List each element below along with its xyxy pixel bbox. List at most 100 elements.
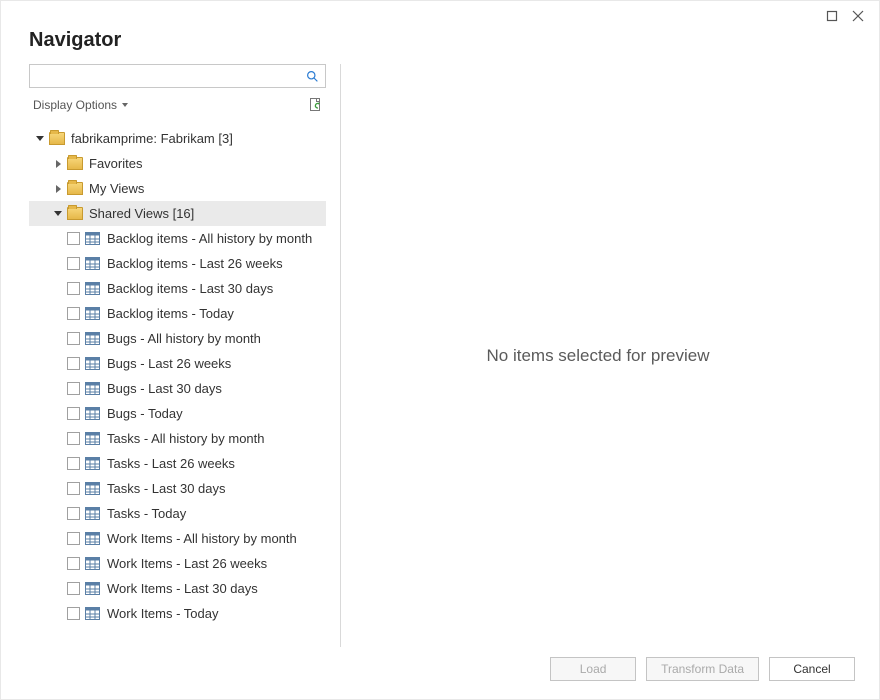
tree-leaf-label: Bugs - Last 30 days bbox=[107, 381, 222, 396]
tree-leaf-label: Backlog items - Last 26 weeks bbox=[107, 256, 283, 271]
tree-node-label: fabrikamprime: Fabrikam [3] bbox=[71, 131, 233, 146]
tree-leaf-label: Work Items - All history by month bbox=[107, 531, 297, 546]
window-close-button[interactable] bbox=[845, 5, 871, 27]
options-row: Display Options bbox=[29, 94, 326, 116]
table-icon bbox=[85, 357, 100, 370]
tree-leaf-label: Work Items - Today bbox=[107, 606, 219, 621]
table-icon bbox=[85, 482, 100, 495]
tree-leaf[interactable]: Backlog items - Last 30 days bbox=[29, 276, 326, 301]
cancel-button[interactable]: Cancel bbox=[769, 657, 855, 681]
table-icon bbox=[85, 457, 100, 470]
checkbox[interactable] bbox=[67, 482, 80, 495]
tree-leaf[interactable]: Backlog items - Today bbox=[29, 301, 326, 326]
navigation-tree[interactable]: fabrikamprime: Fabrikam [3] Favorites My… bbox=[29, 126, 326, 647]
close-icon bbox=[852, 10, 864, 22]
tree-leaf[interactable]: Bugs - All history by month bbox=[29, 326, 326, 351]
tree-node-label: Favorites bbox=[89, 156, 142, 171]
checkbox[interactable] bbox=[67, 332, 80, 345]
checkbox[interactable] bbox=[67, 257, 80, 270]
table-icon bbox=[85, 382, 100, 395]
tree-node-label: Shared Views [16] bbox=[89, 206, 194, 221]
chevron-down-icon bbox=[122, 103, 128, 107]
tree-leaf-label: Bugs - Today bbox=[107, 406, 183, 421]
table-icon bbox=[85, 232, 100, 245]
tree-node-label: My Views bbox=[89, 181, 144, 196]
search-icon bbox=[306, 70, 319, 83]
transform-data-button[interactable]: Transform Data bbox=[646, 657, 759, 681]
checkbox[interactable] bbox=[67, 432, 80, 445]
tree-leaf-label: Backlog items - All history by month bbox=[107, 231, 312, 246]
tree-leaf-label: Tasks - All history by month bbox=[107, 431, 265, 446]
expand-toggle[interactable] bbox=[51, 182, 65, 196]
table-icon bbox=[85, 432, 100, 445]
tree-leaf[interactable]: Tasks - Last 30 days bbox=[29, 476, 326, 501]
preview-panel: No items selected for preview bbox=[341, 64, 855, 647]
left-panel: Display Options fabr bbox=[29, 64, 341, 647]
refresh-button[interactable] bbox=[306, 95, 326, 115]
expand-toggle[interactable] bbox=[51, 207, 65, 221]
dialog-header: Navigator bbox=[1, 29, 879, 64]
refresh-file-icon bbox=[308, 97, 324, 113]
checkbox[interactable] bbox=[67, 582, 80, 595]
table-icon bbox=[85, 507, 100, 520]
tree-leaf[interactable]: Work Items - Last 30 days bbox=[29, 576, 326, 601]
checkbox[interactable] bbox=[67, 282, 80, 295]
display-options-label: Display Options bbox=[33, 98, 117, 112]
preview-empty-text: No items selected for preview bbox=[487, 346, 710, 366]
dialog-footer: Load Transform Data Cancel bbox=[1, 647, 879, 699]
tree-leaf[interactable]: Tasks - Today bbox=[29, 501, 326, 526]
table-icon bbox=[85, 282, 100, 295]
tree-leaf[interactable]: Work Items - Today bbox=[29, 601, 326, 626]
expand-toggle[interactable] bbox=[33, 132, 47, 146]
window-titlebar bbox=[1, 1, 879, 29]
tree-leaf[interactable]: Tasks - Last 26 weeks bbox=[29, 451, 326, 476]
checkbox[interactable] bbox=[67, 232, 80, 245]
checkbox[interactable] bbox=[67, 307, 80, 320]
tree-leaf-label: Tasks - Last 26 weeks bbox=[107, 456, 235, 471]
tree-node-myviews[interactable]: My Views bbox=[29, 176, 326, 201]
checkbox[interactable] bbox=[67, 382, 80, 395]
checkbox[interactable] bbox=[67, 557, 80, 570]
tree-leaf-label: Backlog items - Today bbox=[107, 306, 234, 321]
window-maximize-button[interactable] bbox=[819, 5, 845, 27]
tree-node-favorites[interactable]: Favorites bbox=[29, 151, 326, 176]
tree-leaf-label: Work Items - Last 26 weeks bbox=[107, 556, 267, 571]
display-options-dropdown[interactable]: Display Options bbox=[29, 96, 132, 114]
folder-icon bbox=[49, 132, 65, 145]
tree-leaf-label: Tasks - Today bbox=[107, 506, 186, 521]
table-icon bbox=[85, 582, 100, 595]
tree-leaf[interactable]: Backlog items - All history by month bbox=[29, 226, 326, 251]
checkbox[interactable] bbox=[67, 507, 80, 520]
checkbox[interactable] bbox=[67, 457, 80, 470]
expand-toggle[interactable] bbox=[51, 157, 65, 171]
folder-icon bbox=[67, 207, 83, 220]
search-input[interactable] bbox=[30, 65, 299, 87]
tree-leaf[interactable]: Bugs - Last 30 days bbox=[29, 376, 326, 401]
load-button[interactable]: Load bbox=[550, 657, 636, 681]
tree-root[interactable]: fabrikamprime: Fabrikam [3] bbox=[29, 126, 326, 151]
checkbox[interactable] bbox=[67, 407, 80, 420]
navigator-dialog: Navigator Display Options bbox=[0, 0, 880, 700]
tree-leaf[interactable]: Bugs - Last 26 weeks bbox=[29, 351, 326, 376]
table-icon bbox=[85, 557, 100, 570]
tree-leaf-label: Bugs - All history by month bbox=[107, 331, 261, 346]
tree-leaf[interactable]: Work Items - All history by month bbox=[29, 526, 326, 551]
search-box[interactable] bbox=[29, 64, 326, 88]
tree-leaf-label: Work Items - Last 30 days bbox=[107, 581, 258, 596]
table-icon bbox=[85, 407, 100, 420]
tree-node-sharedviews[interactable]: Shared Views [16] bbox=[29, 201, 326, 226]
tree-leaf[interactable]: Bugs - Today bbox=[29, 401, 326, 426]
checkbox[interactable] bbox=[67, 357, 80, 370]
folder-icon bbox=[67, 157, 83, 170]
checkbox[interactable] bbox=[67, 532, 80, 545]
search-button[interactable] bbox=[299, 65, 325, 87]
tree-leaf[interactable]: Work Items - Last 26 weeks bbox=[29, 551, 326, 576]
checkbox[interactable] bbox=[67, 607, 80, 620]
table-icon bbox=[85, 332, 100, 345]
tree-leaf-label: Bugs - Last 26 weeks bbox=[107, 356, 231, 371]
dialog-body: Display Options fabr bbox=[1, 64, 879, 647]
folder-icon bbox=[67, 182, 83, 195]
table-icon bbox=[85, 257, 100, 270]
tree-leaf[interactable]: Backlog items - Last 26 weeks bbox=[29, 251, 326, 276]
tree-leaf[interactable]: Tasks - All history by month bbox=[29, 426, 326, 451]
